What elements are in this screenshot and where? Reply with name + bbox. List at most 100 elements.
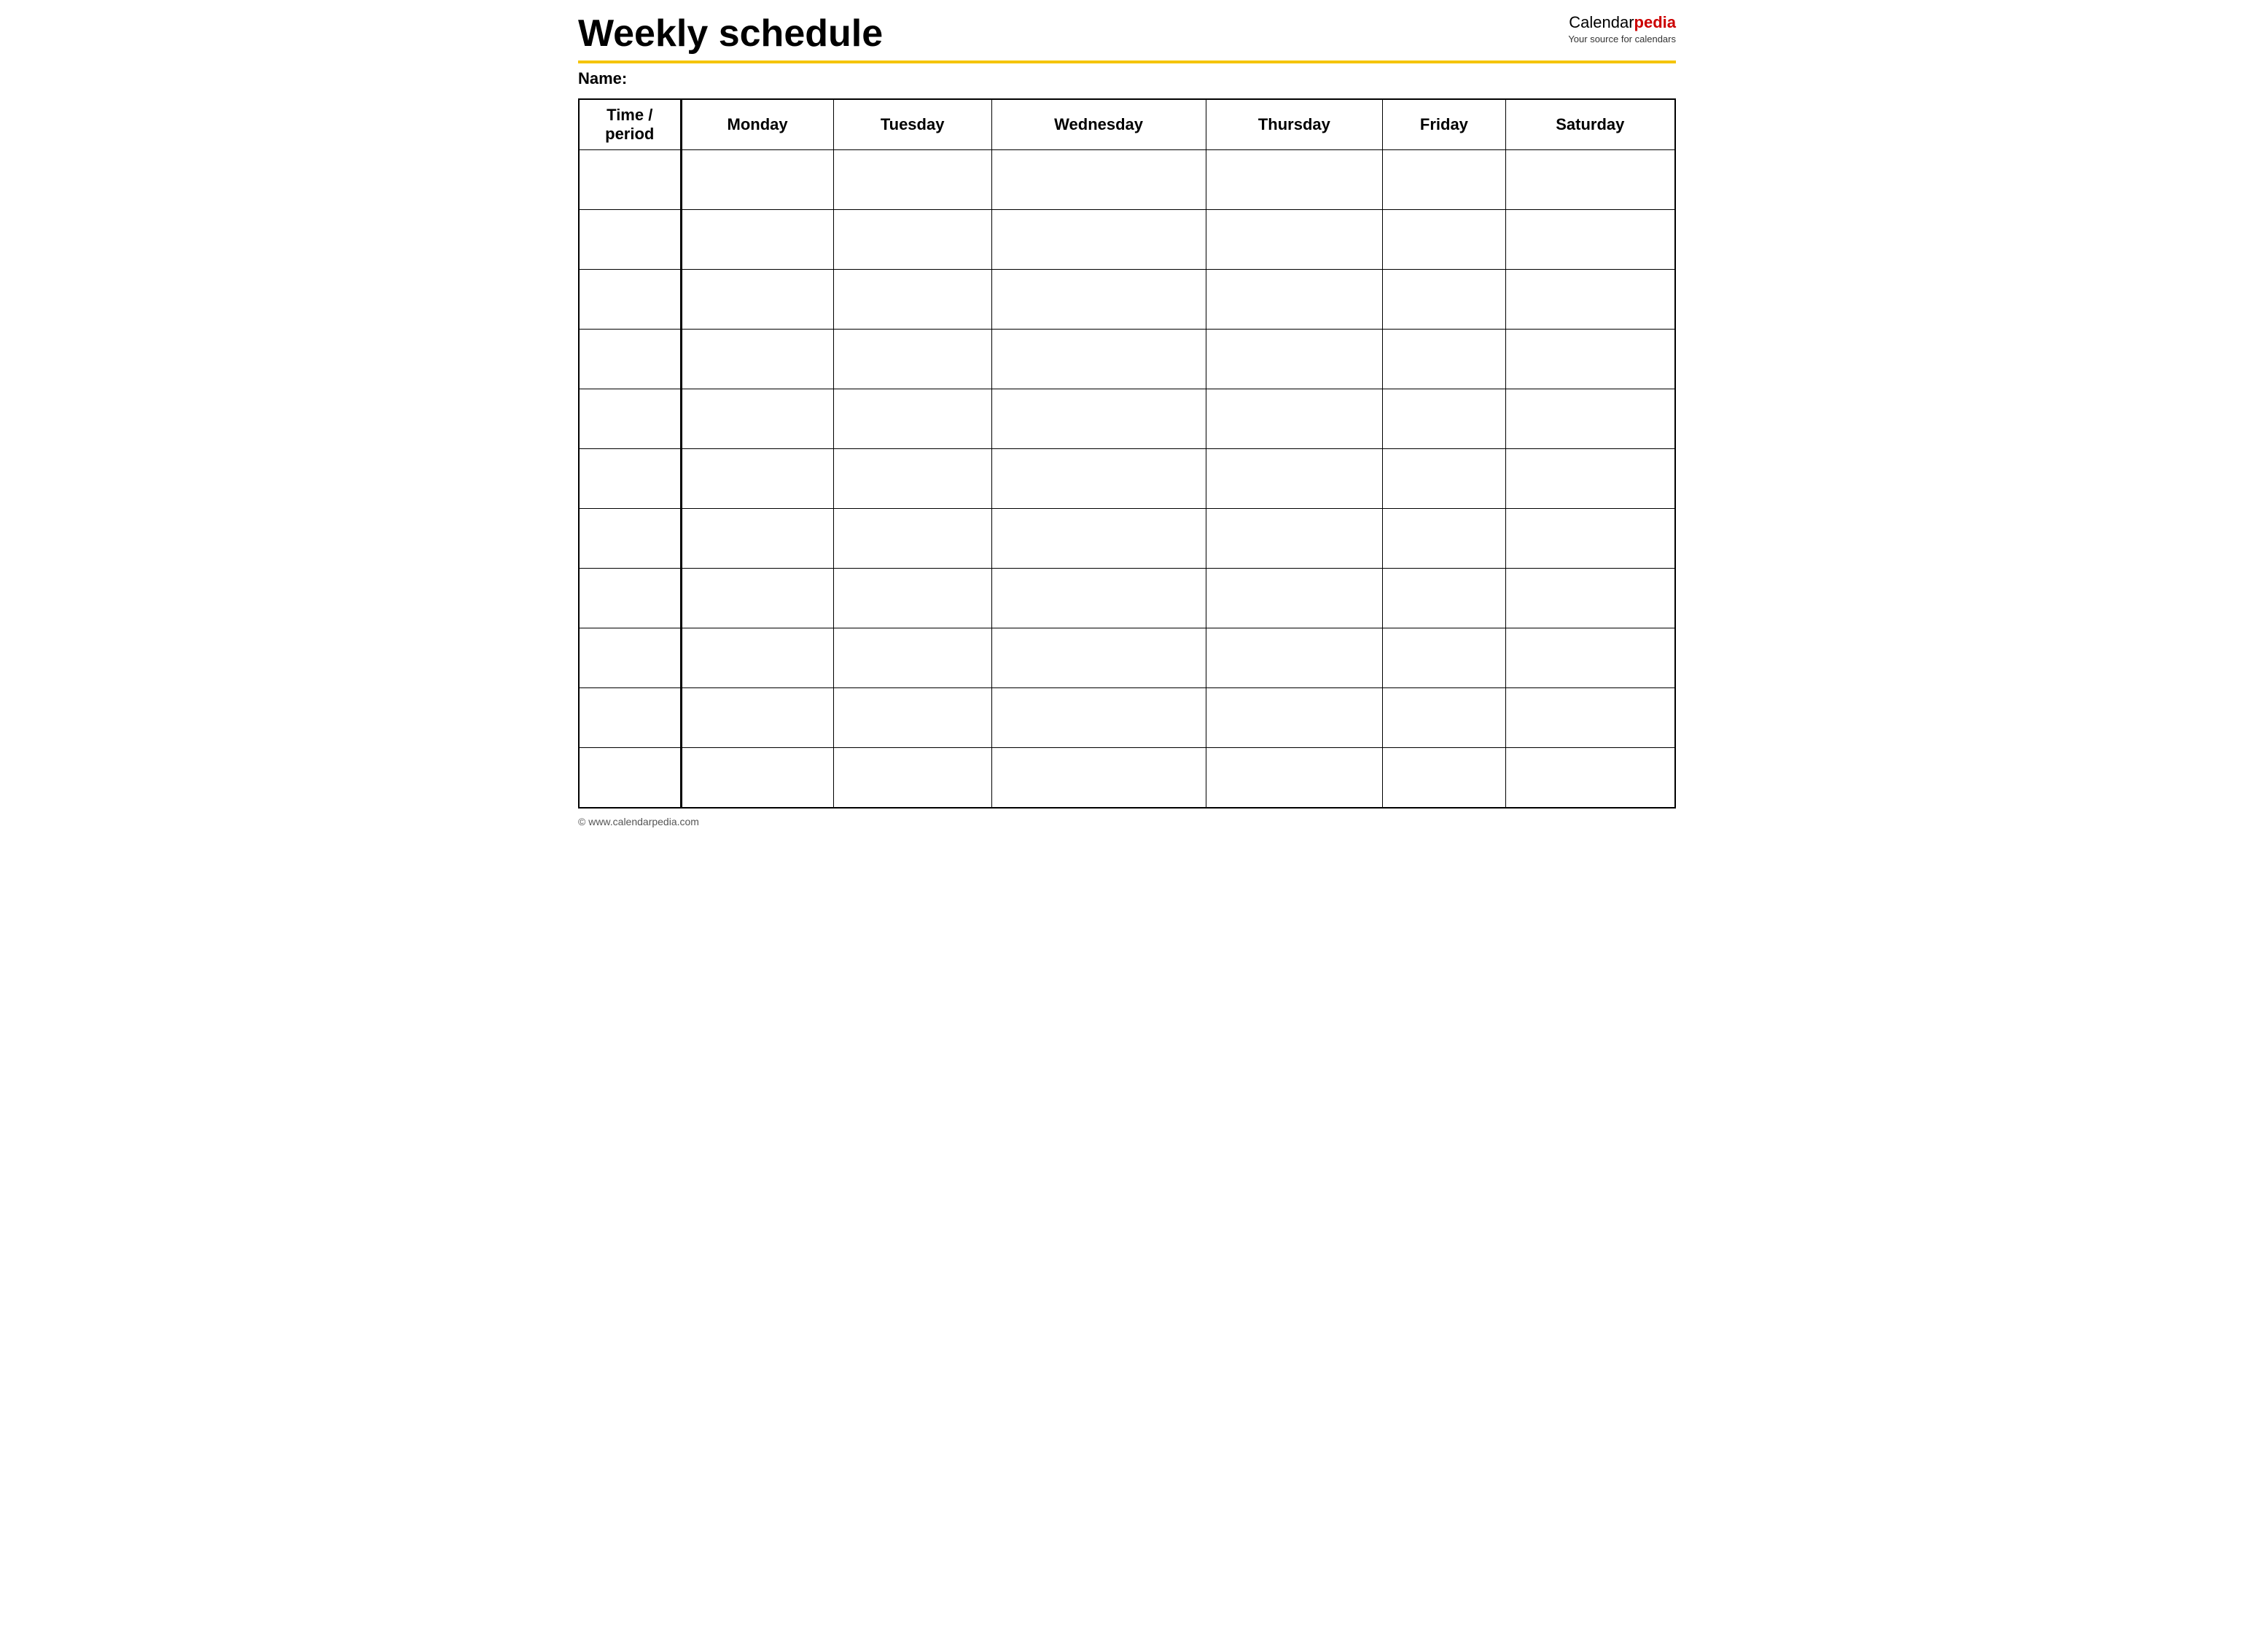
schedule-cell[interactable] — [681, 628, 833, 688]
schedule-cell[interactable] — [833, 509, 991, 569]
schedule-cell[interactable] — [681, 210, 833, 270]
schedule-cell[interactable] — [833, 389, 991, 449]
table-row — [579, 569, 1675, 628]
col-header-monday: Monday — [681, 99, 833, 150]
col-header-wednesday: Wednesday — [991, 99, 1206, 150]
schedule-cell[interactable] — [681, 330, 833, 389]
schedule-cell[interactable] — [681, 688, 833, 748]
col-header-saturday: Saturday — [1505, 99, 1675, 150]
schedule-cell[interactable] — [681, 748, 833, 808]
schedule-cell[interactable] — [1505, 449, 1675, 509]
time-cell[interactable] — [579, 270, 681, 330]
schedule-cell[interactable] — [991, 150, 1206, 210]
table-header-row: Time / period Monday Tuesday Wednesday T… — [579, 99, 1675, 150]
time-cell[interactable] — [579, 389, 681, 449]
schedule-cell[interactable] — [991, 389, 1206, 449]
schedule-cell[interactable] — [681, 449, 833, 509]
schedule-cell[interactable] — [1505, 748, 1675, 808]
page-title: Weekly schedule — [578, 13, 883, 55]
col-header-friday: Friday — [1383, 99, 1506, 150]
schedule-cell[interactable] — [1206, 748, 1383, 808]
schedule-cell[interactable] — [1505, 270, 1675, 330]
schedule-cell[interactable] — [833, 210, 991, 270]
schedule-cell[interactable] — [681, 389, 833, 449]
schedule-cell[interactable] — [991, 330, 1206, 389]
schedule-cell[interactable] — [1206, 509, 1383, 569]
schedule-cell[interactable] — [833, 628, 991, 688]
schedule-cell[interactable] — [1383, 449, 1506, 509]
page-header: Weekly schedule Calendarpedia Your sourc… — [578, 13, 1676, 63]
schedule-cell[interactable] — [991, 509, 1206, 569]
schedule-cell[interactable] — [681, 569, 833, 628]
schedule-cell[interactable] — [1383, 150, 1506, 210]
schedule-cell[interactable] — [833, 569, 991, 628]
schedule-cell[interactable] — [991, 688, 1206, 748]
schedule-cell[interactable] — [1505, 210, 1675, 270]
schedule-cell[interactable] — [1383, 688, 1506, 748]
brand-container: Calendarpedia Your source for calendars — [1568, 13, 1676, 44]
schedule-cell[interactable] — [833, 449, 991, 509]
schedule-cell[interactable] — [681, 509, 833, 569]
schedule-cell[interactable] — [991, 748, 1206, 808]
schedule-cell[interactable] — [833, 748, 991, 808]
time-cell[interactable] — [579, 449, 681, 509]
time-cell[interactable] — [579, 330, 681, 389]
schedule-cell[interactable] — [1383, 210, 1506, 270]
table-row — [579, 509, 1675, 569]
schedule-cell[interactable] — [1206, 210, 1383, 270]
schedule-cell[interactable] — [681, 270, 833, 330]
time-cell[interactable] — [579, 688, 681, 748]
time-cell[interactable] — [579, 509, 681, 569]
schedule-cell[interactable] — [833, 688, 991, 748]
schedule-cell[interactable] — [1383, 330, 1506, 389]
table-row — [579, 748, 1675, 808]
schedule-cell[interactable] — [1505, 150, 1675, 210]
schedule-cell[interactable] — [1505, 389, 1675, 449]
schedule-cell[interactable] — [1383, 389, 1506, 449]
schedule-cell[interactable] — [1505, 569, 1675, 628]
schedule-cell[interactable] — [1206, 389, 1383, 449]
schedule-cell[interactable] — [833, 150, 991, 210]
schedule-cell[interactable] — [1505, 628, 1675, 688]
schedule-cell[interactable] — [1206, 628, 1383, 688]
schedule-cell[interactable] — [991, 628, 1206, 688]
schedule-cell[interactable] — [1206, 569, 1383, 628]
schedule-cell[interactable] — [1206, 150, 1383, 210]
page: Weekly schedule Calendarpedia Your sourc… — [564, 0, 1691, 838]
col-header-time: Time / period — [579, 99, 681, 150]
schedule-cell[interactable] — [1206, 449, 1383, 509]
table-row — [579, 150, 1675, 210]
time-cell[interactable] — [579, 628, 681, 688]
time-cell[interactable] — [579, 748, 681, 808]
schedule-table: Time / period Monday Tuesday Wednesday T… — [578, 98, 1676, 809]
time-cell[interactable] — [579, 210, 681, 270]
table-row — [579, 688, 1675, 748]
schedule-cell[interactable] — [991, 449, 1206, 509]
schedule-cell[interactable] — [833, 330, 991, 389]
schedule-cell[interactable] — [1383, 628, 1506, 688]
schedule-cell[interactable] — [1206, 688, 1383, 748]
schedule-cell[interactable] — [1206, 270, 1383, 330]
schedule-cell[interactable] — [1383, 509, 1506, 569]
footer: © www.calendarpedia.com — [578, 816, 1676, 827]
table-row — [579, 389, 1675, 449]
footer-url: © www.calendarpedia.com — [578, 816, 699, 827]
schedule-cell[interactable] — [991, 569, 1206, 628]
schedule-cell[interactable] — [1206, 330, 1383, 389]
schedule-cell[interactable] — [833, 270, 991, 330]
schedule-cell[interactable] — [991, 270, 1206, 330]
schedule-cell[interactable] — [1505, 330, 1675, 389]
schedule-cell[interactable] — [1383, 569, 1506, 628]
schedule-cell[interactable] — [991, 210, 1206, 270]
name-label: Name: — [578, 69, 1676, 88]
table-row — [579, 628, 1675, 688]
schedule-cell[interactable] — [1383, 748, 1506, 808]
time-cell[interactable] — [579, 569, 681, 628]
schedule-cell[interactable] — [1383, 270, 1506, 330]
time-cell[interactable] — [579, 150, 681, 210]
schedule-cell[interactable] — [1505, 688, 1675, 748]
table-row — [579, 449, 1675, 509]
table-row — [579, 270, 1675, 330]
schedule-cell[interactable] — [1505, 509, 1675, 569]
schedule-cell[interactable] — [681, 150, 833, 210]
